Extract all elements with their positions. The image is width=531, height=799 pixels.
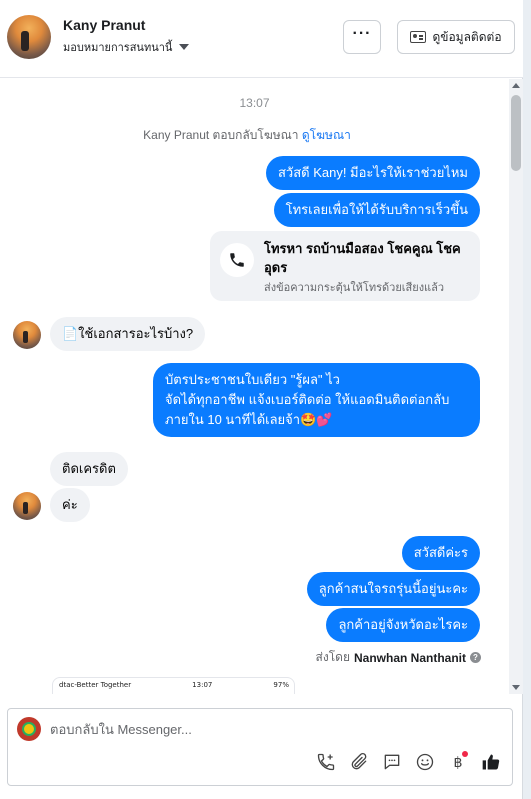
contact-avatar-small xyxy=(13,321,41,349)
incoming-message[interactable]: 📄ใช้เอกสารอะไรบ้าง? xyxy=(50,317,206,351)
emoji-icon[interactable] xyxy=(414,751,436,773)
incoming-message[interactable]: ค่ะ xyxy=(50,488,90,522)
contact-avatar[interactable] xyxy=(7,15,51,59)
outgoing-message[interactable]: ลูกค้าสนใจรถรุ่นนี้อยู่นะคะ xyxy=(306,572,480,606)
attach-icon[interactable] xyxy=(348,751,370,773)
sender-name: Nanwhan Nanthanit xyxy=(353,650,466,665)
message-thread: 13:07 Kany Pranut ตอบกลับโฆษณา ดูโฆษณา ส… xyxy=(0,79,509,694)
message-timestamp: 13:07 xyxy=(239,96,270,110)
carrier-text: dtac-Better Together xyxy=(59,681,132,689)
scroll-up-arrow[interactable] xyxy=(512,83,520,88)
sent-by-label: ส่งโดย Nanwhan Nanthanit ? xyxy=(316,648,481,667)
card-icon xyxy=(410,31,427,43)
outgoing-message[interactable]: ลูกค้าอยู่จังหวัดอะไรคะ xyxy=(326,608,480,642)
add-call-icon[interactable] xyxy=(315,751,337,773)
message-line: ภายใน 10 นาทีได้เลยจ้า🤩💕 xyxy=(165,412,333,427)
assign-conversation-dropdown[interactable]: มอบหมายการสนทนานี้ xyxy=(63,38,190,56)
ad-reply-notice: Kany Pranut ตอบกลับโฆษณา ดูโฆษณา xyxy=(0,126,494,145)
image-attachment-preview[interactable]: dtac-Better Together 13:07 97% xyxy=(52,677,295,694)
phone-status-bar: dtac-Better Together 13:07 97% xyxy=(59,681,289,689)
ad-reply-text: Kany Pranut ตอบกลับโฆษณา xyxy=(143,128,299,142)
reply-input[interactable] xyxy=(50,719,490,739)
incoming-message[interactable]: ติดเครดิต xyxy=(50,452,128,486)
status-time: 13:07 xyxy=(192,681,213,689)
scroll-down-arrow[interactable] xyxy=(512,685,520,690)
sent-by-prefix: ส่งโดย xyxy=(315,650,350,664)
view-contact-button[interactable]: ดูข้อมูลติดต่อ xyxy=(397,20,515,54)
notification-dot xyxy=(462,751,468,757)
view-ad-link[interactable]: ดูโฆษณา xyxy=(302,128,351,142)
call-card-title: โทรหา รถบ้านมือสอง โชคคูณ โชคอุดร xyxy=(264,241,461,275)
message-line: จัดได้ทุกอาชีพ แจ้งเบอร์ติดต่อ ให้แอดมิน… xyxy=(165,392,450,407)
chevron-down-icon xyxy=(179,44,190,50)
help-icon[interactable]: ? xyxy=(470,652,481,663)
thread-scrollbar[interactable] xyxy=(509,79,523,694)
more-options-button[interactable]: ··· xyxy=(343,20,381,54)
call-prompt-card[interactable]: โทรหา รถบ้านมือสอง โชคคูณ โชคอุดร ส่งข้อ… xyxy=(210,231,480,301)
assign-label: มอบหมายการสนทนานี้ xyxy=(63,42,173,54)
conversation-panel: Kany Pranut มอบหมายการสนทนานี้ ··· ดูข้อ… xyxy=(0,0,523,799)
outgoing-message[interactable]: สวัสดีค่ะร xyxy=(401,536,480,570)
battery-text: 97% xyxy=(273,681,289,689)
conversation-header: Kany Pranut มอบหมายการสนทนานี้ ··· ดูข้อ… xyxy=(0,0,523,78)
outgoing-message[interactable]: บัตรประชาชนใบเดียว "รู้ผล" ไว จัดได้ทุกอ… xyxy=(153,363,480,437)
message-line: บัตรประชาชนใบเดียว "รู้ผล" ไว xyxy=(165,372,340,387)
call-card-subtitle: ส่งข้อความกระตุ้นให้โทรด้วยเสียงแล้ว xyxy=(264,282,445,294)
contact-name[interactable]: Kany Pranut xyxy=(63,17,145,33)
payment-icon[interactable]: ฿ xyxy=(447,751,469,773)
outgoing-message[interactable]: สวัสดี Kany! มีอะไรให้เราช่วยไหม xyxy=(265,156,480,190)
svg-text:฿: ฿ xyxy=(453,755,462,771)
page-avatar xyxy=(17,717,41,741)
contact-avatar-small xyxy=(13,492,41,520)
saved-reply-icon[interactable] xyxy=(381,751,403,773)
view-contact-label: ดูข้อมูลติดต่อ xyxy=(432,29,502,44)
like-icon[interactable] xyxy=(480,751,502,773)
outgoing-message[interactable]: โทรเลยเพื่อให้ได้รับบริการเร็วขึ้น xyxy=(273,193,480,227)
reply-composer: ฿ xyxy=(7,708,513,786)
phone-icon xyxy=(220,243,254,277)
scroll-thumb[interactable] xyxy=(511,95,521,171)
composer-toolbar: ฿ xyxy=(315,751,502,773)
